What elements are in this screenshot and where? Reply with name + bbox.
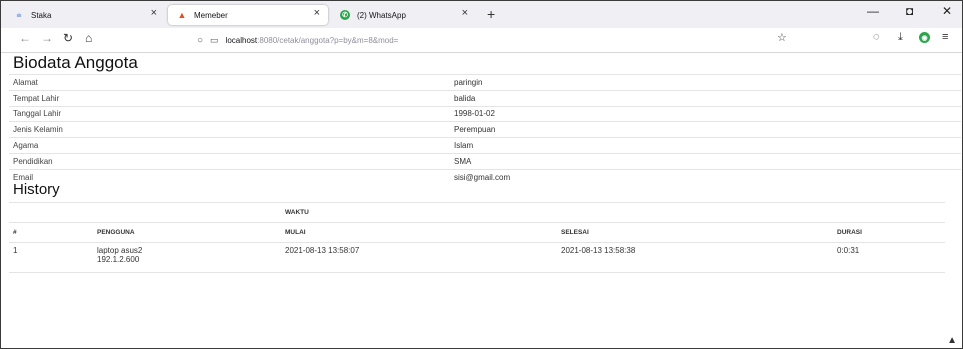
browser-tab-strip: ⩧ Staka × ▲ Memeber × ✆ (2) WhatsApp × +… [1,1,962,28]
history-table: WAKTU # PENGGUNA MULAI SELESAI DURASI 1 … [9,202,961,273]
minimize-icon[interactable]: — [867,4,879,18]
pocket-icon[interactable]: ◌ [873,31,880,43]
row-mulai: 2021-08-13 13:58:07 [281,242,557,273]
scroll-to-top-icon[interactable]: ▲ [947,335,957,346]
bio-value: Perempuan [450,121,961,138]
address-bar[interactable]: ○ ▭ localhost:8080/cetak/anggota?p=by&m=… [197,32,787,48]
header-mulai: MULAI [281,222,557,243]
header-empty [85,202,281,223]
bio-value: paringin [450,74,961,91]
tab-label: (2) WhatsApp [357,10,406,20]
tab-staka[interactable]: ⩧ Staka × [5,5,165,25]
bio-row: Alamat paringin [9,74,961,91]
forward-icon[interactable]: → [41,31,53,45]
memeber-favicon-icon: ▲ [177,10,187,20]
row-device: laptop asus2 [97,246,143,255]
tab-label: Memeber [194,10,228,20]
bio-row: Email sisi@gmail.com [9,168,961,185]
row-durasi: 0:0:31 [833,242,946,273]
staka-favicon-icon: ⩧ [16,9,22,20]
bio-row: Jenis Kelamin Perempuan [9,121,961,138]
bio-label: Agama [9,137,450,154]
page-content: Biodata Anggota Alamat paringin Tempat Lah… [1,53,962,348]
url-host: localhost [225,35,258,45]
bio-label: Jenis Kelamin [9,121,450,138]
header-selesai: SELESAI [557,222,833,243]
back-icon[interactable]: ← [19,31,31,45]
bio-label: Tanggal Lahir [9,105,450,122]
navigation-bar: ← → ↻ ⌂ ○ ▭ localhost:8080/cetak/anggota… [1,28,962,53]
header-waktu: WAKTU [281,202,946,223]
tab-whatsapp[interactable]: ✆ (2) WhatsApp × [331,5,476,25]
header-pengguna: PENGGUNA [85,222,281,243]
bio-value: balida [450,89,961,107]
new-tab-icon[interactable]: + [487,6,495,22]
history-header-row: # PENGGUNA MULAI SELESAI DURASI [9,222,961,243]
header-empty [945,203,961,223]
close-icon[interactable]: × [462,7,468,19]
header-number: # [9,222,85,243]
bio-row: Pendidikan SMA [9,152,961,170]
close-icon[interactable]: × [151,7,157,19]
table-row: 1 laptop asus2 192.1.2.600 2021-08-13 13… [9,242,961,273]
row-pengguna: laptop asus2 192.1.2.600 [85,242,281,273]
bio-value: SMA [450,152,961,170]
tab-label: Staka [31,10,52,20]
bio-label: Tempat Lahir [9,89,450,107]
bookmark-star-icon[interactable]: ☆ [777,31,787,44]
history-header-group-row: WAKTU [9,202,961,223]
biodata-table: Alamat paringin Tempat Lahir balida Tanggal … [9,74,961,185]
url-path: :8080/cetak/anggota?p=by&m=8&mod= [257,35,399,45]
header-empty [9,202,85,223]
bio-label: Email [9,168,450,185]
bio-row: Agama Islam [9,137,961,154]
page-info-icon[interactable]: ▭ [210,35,219,46]
row-selesai: 2021-08-13 13:58:38 [557,242,833,273]
row-number: 1 [9,242,85,273]
bio-label: Alamat [9,74,450,91]
bio-row: Tanggal Lahir 1998-01-02 [9,105,961,122]
download-icon[interactable]: ⤓ [898,31,903,44]
bio-value: 1998-01-02 [450,105,961,122]
header-durasi: DURASI [833,222,946,243]
bio-row: Tempat Lahir balida [9,89,961,107]
close-icon[interactable]: × [314,7,320,19]
page-title: Biodata Anggota [13,53,138,72]
restore-icon[interactable]: ◘ [906,4,913,18]
bio-label: Pendidikan [9,152,450,170]
menu-icon[interactable]: ≡ [942,31,948,43]
reload-icon[interactable]: ↻ [63,31,73,45]
row-ip: 192.1.2.600 [97,255,140,264]
history-heading: History [13,181,60,198]
whatsapp-favicon-icon: ✆ [339,9,351,21]
bio-value: Islam [450,137,961,154]
bio-value: sisi@gmail.com [450,168,961,185]
home-icon[interactable]: ⌂ [85,31,92,45]
tracking-shield-icon[interactable]: ○ [197,35,203,46]
extension-icon[interactable]: ◉ [919,31,930,43]
window-close-icon[interactable]: ✕ [942,4,952,18]
tab-memeber[interactable]: ▲ Memeber × [168,5,328,25]
